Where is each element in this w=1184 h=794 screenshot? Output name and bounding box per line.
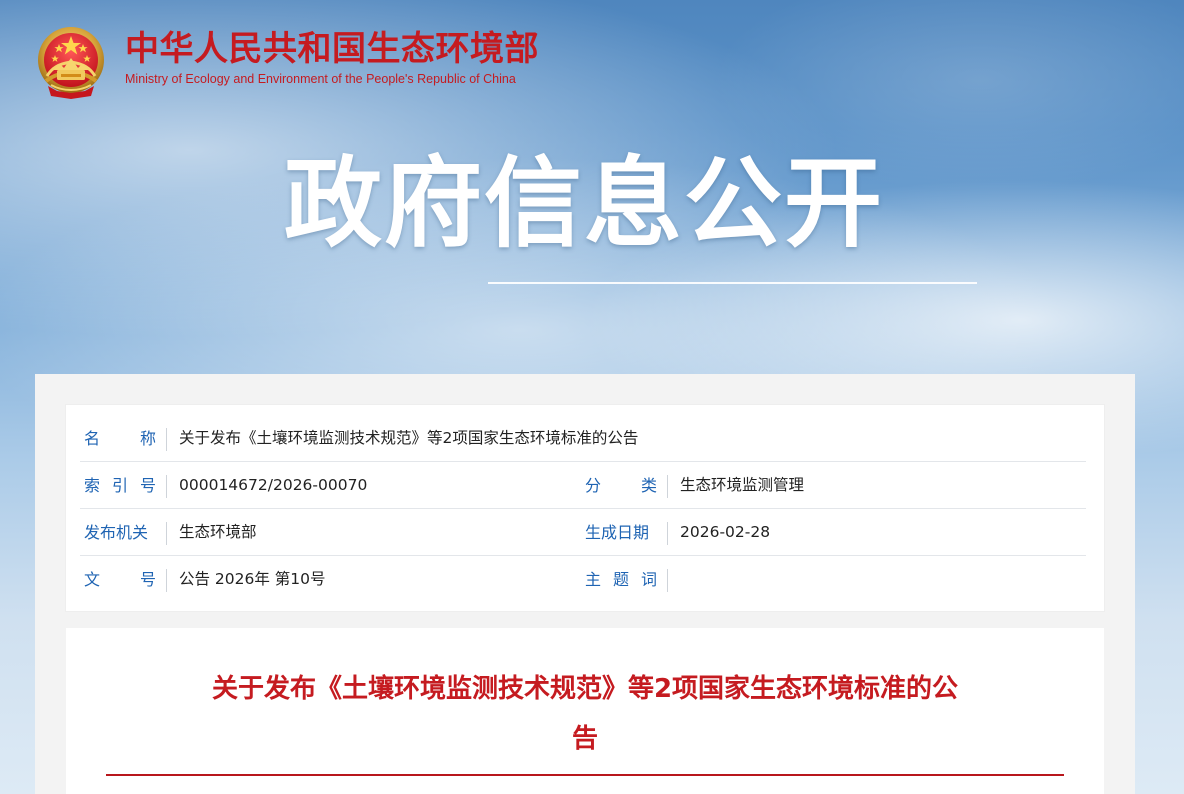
date-value: 2026-02-28 (680, 523, 771, 541)
index-divider (166, 475, 167, 498)
national-emblem-icon (38, 27, 104, 99)
subject-label-char-2: 题 (612, 570, 629, 589)
banner-divider (488, 282, 977, 284)
index-label-char-1: 索 (84, 476, 101, 495)
doc-no-value: 公告 2026年 第10号 (179, 570, 326, 588)
name-label: 名 称 (84, 427, 156, 451)
subject-label-char-1: 主 (585, 570, 602, 589)
article-title-line-1: 关于发布《土壤环境监测技术规范》等2项国家生态环境标准的公 (211, 674, 959, 704)
date-divider (667, 522, 668, 545)
brand: 中华人民共和国生态环境部 Ministry of Ecology and Env… (125, 30, 539, 87)
category-value: 生态环境监测管理 (680, 476, 805, 494)
doc-no-divider (166, 569, 167, 592)
doc-no-label: 文 号 (84, 568, 156, 592)
subject-label: 主 题 词 (585, 568, 657, 592)
subject-divider (667, 569, 668, 592)
name-label-char-2: 称 (139, 429, 156, 448)
issuer-value: 生态环境部 (179, 523, 257, 541)
name-label-char-1: 名 (84, 429, 101, 448)
article-card: 关于发布《土壤环境监测技术规范》等2项国家生态环境标准的公 告 (66, 628, 1104, 794)
metadata-row-issuer-date: 发布机关 生态环境部 生成日期 2026-02-28 (80, 509, 1086, 556)
issuer-divider (166, 522, 167, 545)
category-label: 分 类 (585, 474, 657, 498)
org-name-en: Ministry of Ecology and Environment of t… (125, 72, 516, 86)
subject-label-char-3: 词 (640, 570, 657, 589)
article-title: 关于发布《土壤环境监测技术规范》等2项国家生态环境标准的公 告 (166, 664, 1004, 764)
category-divider (667, 475, 668, 498)
category-label-char-1: 分 (585, 476, 602, 495)
doc-no-label-char-2: 号 (139, 570, 156, 589)
issuer-label: 发布机关 (84, 523, 149, 542)
name-value: 关于发布《土壤环境监测技术规范》等2项国家生态环境标准的公告 (179, 429, 639, 447)
metadata-row-name: 名 称 关于发布《土壤环境监测技术规范》等2项国家生态环境标准的公告 (80, 415, 1086, 462)
date-label: 生成日期 (585, 523, 650, 542)
index-label-char-3: 号 (139, 476, 156, 495)
site-header: 中华人民共和国生态环境部 Ministry of Ecology and Env… (0, 0, 1184, 120)
doc-no-label-char-1: 文 (84, 570, 101, 589)
article-title-line-2: 告 (571, 724, 598, 754)
org-name-cn: 中华人民共和国生态环境部 (125, 29, 539, 69)
category-label-char-2: 类 (640, 476, 657, 495)
banner-title: 政府信息公开 (284, 147, 885, 261)
metadata-row-docno-subject: 文 号 公告 2026年 第10号 主 题 词 (80, 556, 1086, 603)
metadata-card: 名 称 关于发布《土壤环境监测技术规范》等2项国家生态环境标准的公告 索 引 号… (66, 405, 1104, 611)
metadata-row-index-category: 索 引 号 000014672/2026-00070 分 类 生态环境监测管理 (80, 462, 1086, 509)
article-divider (106, 774, 1064, 776)
name-divider (166, 428, 167, 451)
index-label-char-2: 引 (111, 476, 128, 495)
index-value: 000014672/2026-00070 (179, 476, 368, 494)
index-label: 索 引 号 (84, 474, 156, 498)
